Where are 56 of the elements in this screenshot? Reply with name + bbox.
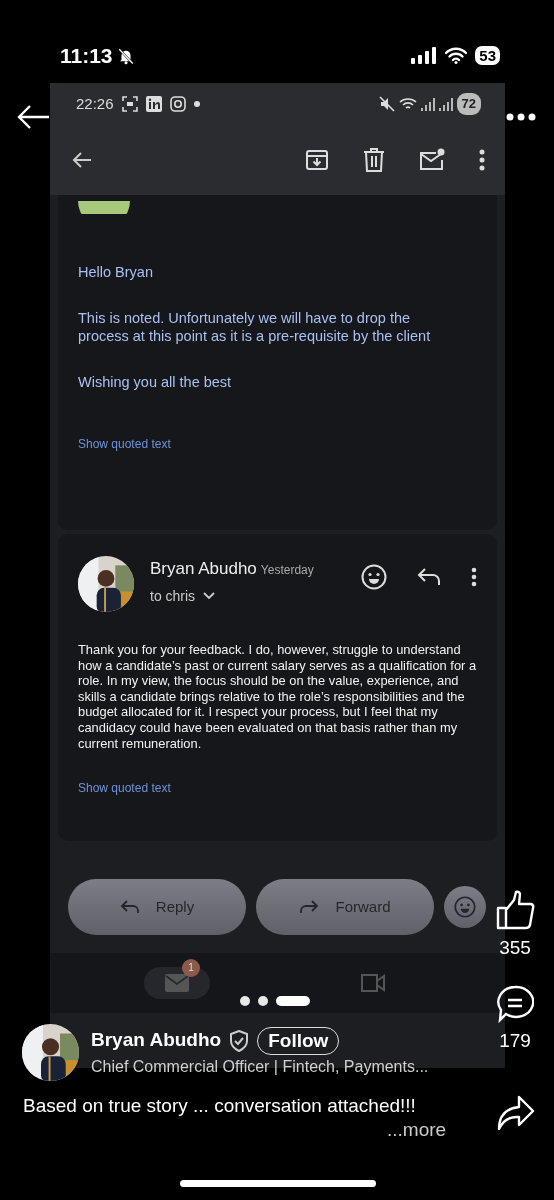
comment-icon[interactable] [496,984,534,1023]
message-text: Wishing you all the best [78,373,233,391]
show-quoted-text-link[interactable]: Show quoted text [78,435,171,453]
forward-icon [299,899,320,915]
post-caption: Based on true story ... conversation attached!!! [23,1094,416,1118]
share-icon[interactable] [495,1095,535,1131]
signal-icon [420,97,435,111]
carousel-dot[interactable] [240,996,250,1006]
archive-icon[interactable] [305,148,329,172]
battery-indicator: 53 [475,46,500,65]
battery-indicator: 72 [456,93,481,115]
app-icon [145,96,162,112]
more-icon[interactable] [506,113,536,121]
sender-name: Bryan Abudho [150,558,257,580]
wifi-icon [398,96,417,112]
forward-button[interactable]: Forward [256,879,434,935]
like-count: 355 [499,936,531,960]
message-text: This is noted. Unfortunately we will have to drop the process at this point as it is a pre-requisite by the client [78,309,432,345]
signal-icon [438,97,453,111]
comment-count: 179 [499,1028,531,1053]
avatar-icon [78,201,130,215]
bell-muted-icon [116,46,135,65]
emoji-icon [454,896,476,918]
message-text: Thank you for your feedback. I do, however, struggle to understand how a candidate’s past or current salary serves as a qualification for a role. In my view, the focus should be on the value, experience, and skills a candidate brings relative to the role’s responsibilities and the budget allocated for it. I respect your process, but I feel that my candidacy could have been evaluated on that basis rather than my current remuneration. [78,642,477,752]
message-text: Hello Bryan [78,263,154,281]
wifi-icon [445,47,468,64]
status-time: 22:26 [76,93,114,114]
back-icon[interactable] [16,104,50,130]
author-name[interactable]: Bryan Abudho [91,1026,222,1055]
message-time: Yesterday [260,562,314,579]
dot-icon [193,101,200,107]
reply-button[interactable]: Reply [68,879,246,935]
recipient-text: to chris [150,586,196,606]
status-time: 11:13 [60,42,113,69]
signal-icon [411,47,438,64]
notification-badge: 1 [182,959,200,977]
emoji-button[interactable] [444,886,486,928]
verified-shield-icon [229,1029,250,1052]
reply-icon [119,899,140,915]
mute-icon [378,96,395,112]
author-headline: Chief Commercial Officer | Fintech, Payments... [91,1056,429,1077]
video-icon [360,973,386,993]
trash-icon[interactable] [363,148,385,172]
mail-icon [165,974,189,992]
more-icon[interactable] [471,567,477,587]
carousel-dot[interactable] [258,996,268,1006]
more-link[interactable]: ...more [387,1116,447,1145]
more-icon[interactable] [479,149,485,171]
camera-icon [169,96,186,112]
like-icon[interactable] [495,890,535,930]
unread-mail-icon[interactable] [419,148,445,172]
emoji-icon[interactable] [361,564,387,590]
chevron-down-icon[interactable] [203,592,216,600]
reply-icon[interactable] [417,567,441,587]
screenshot-icon [121,96,138,112]
show-quoted-text-link[interactable]: Show quoted text [78,779,171,798]
